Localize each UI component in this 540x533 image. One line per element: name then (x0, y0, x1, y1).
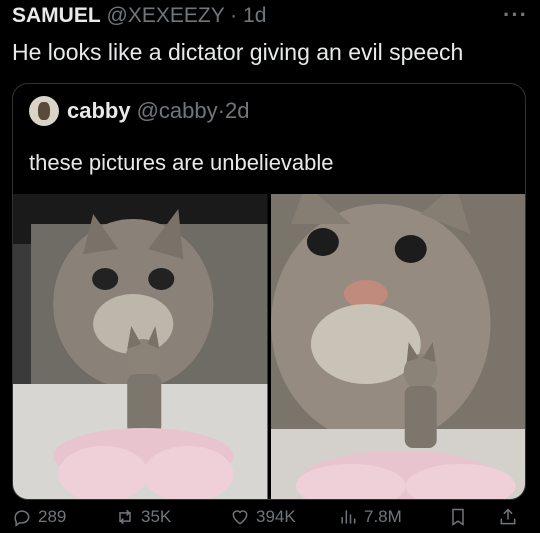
view-count: 7.8M (364, 507, 402, 526)
views-button[interactable]: 7.8M (338, 507, 402, 527)
timestamp[interactable]: 1d (243, 4, 266, 27)
quoted-tweet[interactable]: cabby @cabby · 2d these pictures are unb… (12, 83, 526, 500)
quoted-header: cabby @cabby · 2d (29, 96, 249, 126)
action-bar: 289 35K 394K 7.8M (0, 505, 540, 533)
quoted-author-handle[interactable]: @cabby (137, 98, 218, 124)
reply-count: 289 (38, 507, 67, 526)
quoted-timestamp[interactable]: 2d (225, 98, 249, 124)
reply-button[interactable]: 289 (12, 507, 66, 527)
share-button[interactable] (498, 507, 518, 527)
avatar[interactable] (29, 96, 59, 126)
quoted-author-name[interactable]: cabby (67, 98, 131, 124)
bookmark-button[interactable] (448, 507, 468, 527)
like-button[interactable]: 394K (230, 507, 296, 527)
repost-count: 35K (141, 507, 172, 526)
repost-icon (119, 509, 131, 525)
tweet-text: He looks like a dictator giving an evil … (12, 39, 464, 65)
cat-photo-2[interactable] (270, 194, 525, 499)
tweet[interactable]: SAMUEL @XEXEEZY · 1d ··· He looks like a… (0, 0, 540, 533)
media-grid (13, 194, 525, 499)
heart-icon (232, 510, 248, 525)
share-icon (500, 508, 516, 525)
views-icon (341, 510, 356, 524)
separator-dot: · (217, 98, 225, 123)
repost-button[interactable]: 35K (115, 507, 171, 527)
reply-icon (14, 510, 30, 527)
separator-dot: · (230, 4, 238, 27)
more-options-icon[interactable]: ··· (503, 2, 528, 28)
author-name[interactable]: SAMUEL (12, 4, 101, 27)
tweet-header: SAMUEL @XEXEEZY · 1d (12, 4, 266, 28)
cat-photo-1[interactable] (13, 194, 268, 499)
quoted-text: these pictures are unbelievable (29, 150, 334, 175)
author-handle[interactable]: @XEXEEZY (107, 4, 225, 27)
bookmark-icon (452, 508, 464, 526)
like-count: 394K (256, 507, 296, 526)
